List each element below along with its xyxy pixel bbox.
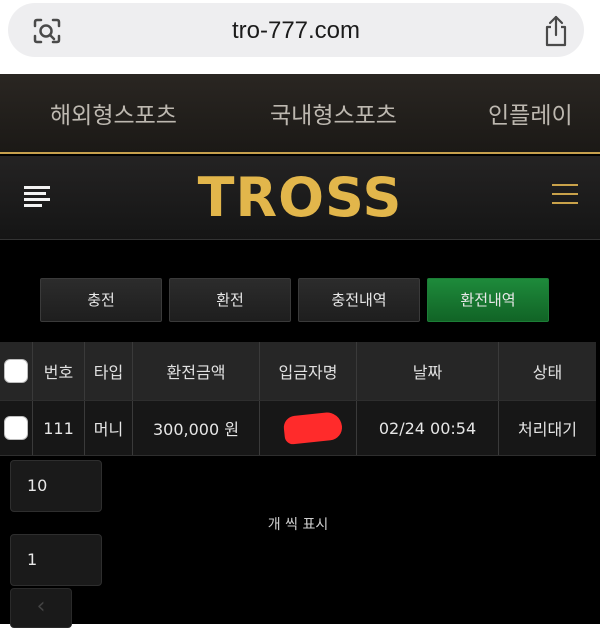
cell-depositor <box>259 401 356 455</box>
cell-type: 머니 <box>84 401 132 455</box>
table-header-row: 번호 타입 환전금액 입금자명 날짜 상태 <box>0 342 596 400</box>
cell-no: 111 <box>32 401 84 455</box>
header-amount: 환전금액 <box>132 342 259 400</box>
redaction-mark <box>282 411 344 445</box>
tab-bar: 충전 환전 충전내역 환전내역 <box>0 278 600 322</box>
page-number-input[interactable]: 1 <box>10 534 102 586</box>
site-header: TROSS <box>0 156 600 240</box>
hamburger-icon[interactable] <box>552 182 578 206</box>
cell-amount: 300,000 원 <box>132 401 259 455</box>
site-body: 해외형스포츠 국내형스포츠 인플레이 TROSS 충전 환전 충전내역 환전내역 <box>0 74 600 628</box>
tab-charge[interactable]: 충전 <box>40 278 162 322</box>
chevron-left-icon: ‹ <box>36 594 46 619</box>
nav-item-domestic-sports[interactable]: 국내형스포츠 <box>270 96 397 130</box>
header-depositor: 입금자명 <box>259 342 356 400</box>
tab-exchange[interactable]: 환전 <box>169 278 291 322</box>
table-row: 111 머니 300,000 원 02/24 00:54 처리대기 <box>0 400 596 456</box>
share-icon[interactable] <box>542 15 570 47</box>
per-page-select[interactable]: 10 <box>10 460 102 512</box>
top-nav: 해외형스포츠 국내형스포츠 인플레이 <box>0 74 600 154</box>
nav-item-inplay[interactable]: 인플레이 <box>488 96 573 130</box>
header-type: 타입 <box>84 342 132 400</box>
address-bar[interactable]: tro-777.com <box>8 3 584 57</box>
header-no: 번호 <box>32 342 84 400</box>
nav-item-overseas-sports[interactable]: 해외형스포츠 <box>50 96 177 130</box>
header-status: 상태 <box>498 342 596 400</box>
tab-charge-history[interactable]: 충전내역 <box>298 278 420 322</box>
cell-date: 02/24 00:54 <box>356 401 498 455</box>
header-checkbox-cell <box>0 342 32 400</box>
select-all-checkbox[interactable] <box>4 359 28 383</box>
header-date: 날짜 <box>356 342 498 400</box>
tab-exchange-history[interactable]: 환전내역 <box>427 278 549 322</box>
prev-page-button[interactable]: ‹ <box>10 588 72 628</box>
row-checkbox[interactable] <box>4 416 28 440</box>
browser-chrome: tro-777.com <box>0 0 600 74</box>
per-page-label: 개 씩 표시 <box>267 517 329 533</box>
cell-status: 처리대기 <box>498 401 596 455</box>
url-text[interactable]: tro-777.com <box>8 17 584 45</box>
site-logo[interactable]: TROSS <box>0 166 600 229</box>
row-checkbox-cell <box>0 401 32 455</box>
